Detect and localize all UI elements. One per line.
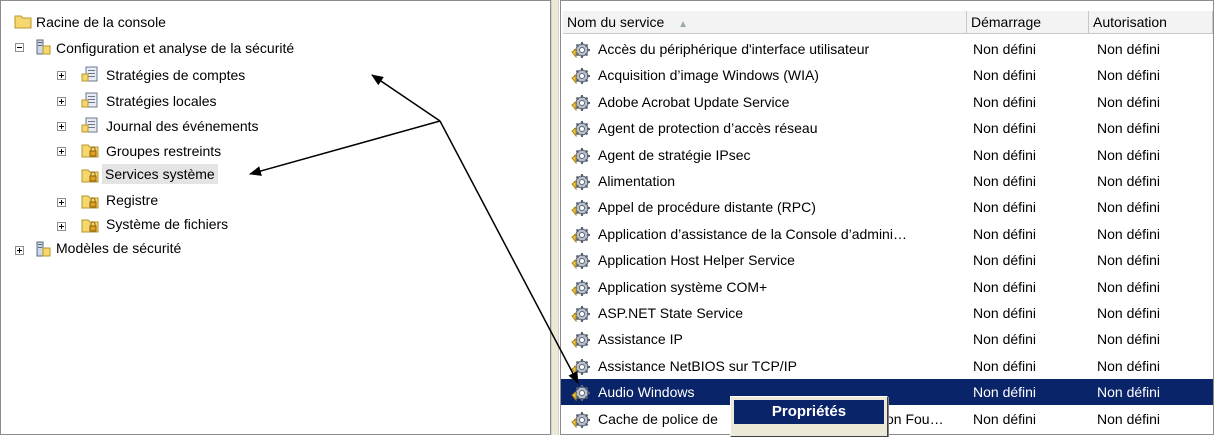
arrow-to-system-services <box>249 120 441 176</box>
annotation-arrows <box>249 74 579 384</box>
arrow-to-security-config <box>371 74 441 122</box>
arrow-to-audio-windows <box>439 120 579 384</box>
